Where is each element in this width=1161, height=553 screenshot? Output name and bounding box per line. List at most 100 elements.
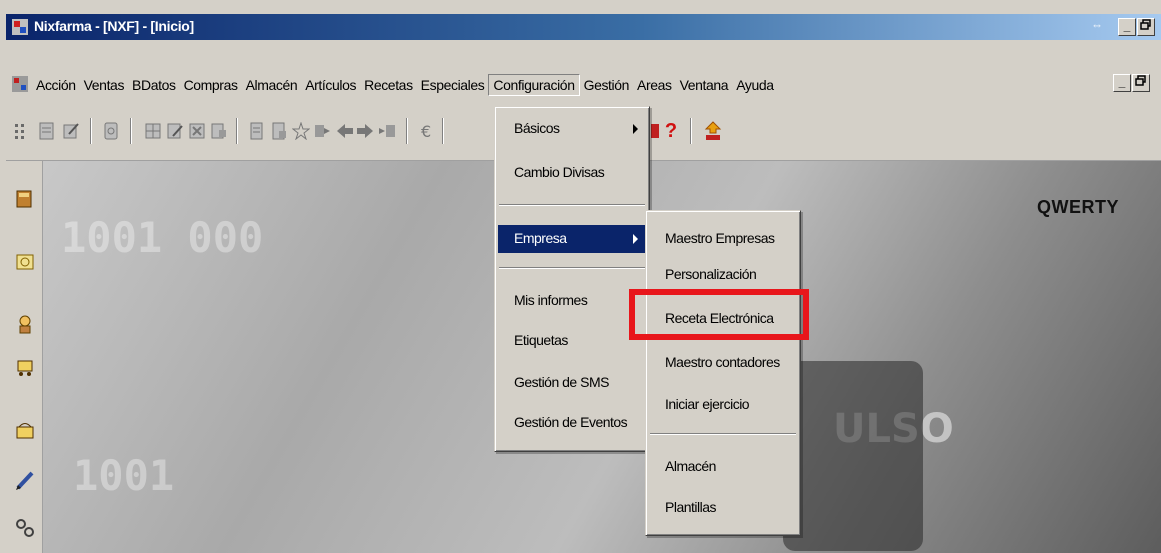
menu-almacen[interactable]: Almacén (242, 74, 302, 96)
menu-item-label: Plantillas (665, 499, 717, 515)
menu-item-mis-informes[interactable]: Mis informes (498, 287, 646, 315)
menu-accion[interactable]: Acción (32, 74, 80, 96)
maximize-button[interactable] (1137, 18, 1155, 36)
title-bar: Nixfarma - [NXF] - [Inicio] ⇔ _ (6, 14, 1161, 40)
cash-register-icon[interactable] (14, 187, 36, 209)
menu-ventas[interactable]: Ventas (80, 74, 128, 96)
export-icon[interactable] (314, 122, 332, 140)
mdi-restore-button[interactable] (1132, 74, 1150, 92)
document-edit-icon[interactable] (270, 122, 288, 140)
menu-item-label: Iniciar ejercicio (665, 396, 750, 412)
menu-ayuda[interactable]: Ayuda (732, 74, 777, 96)
print-list-icon[interactable] (210, 122, 228, 140)
coin-icon[interactable] (14, 251, 36, 273)
shopping-cart-icon[interactable] (14, 355, 36, 377)
disk-icon[interactable] (102, 122, 120, 140)
menu-bdatos[interactable]: BDatos (128, 74, 180, 96)
submenu-arrow-icon (633, 124, 638, 134)
toolbar-separator (690, 118, 692, 144)
left-sidebar (6, 161, 43, 553)
menu-item-maestro-contadores[interactable]: Maestro contadores (649, 349, 797, 377)
background-digits: 1001 (73, 451, 175, 500)
menu-separator (499, 267, 645, 269)
menu-item-gestion-eventos[interactable]: Gestión de Eventos (498, 409, 646, 437)
menu-item-label: Almacén (665, 458, 716, 474)
grid-icon[interactable] (144, 122, 162, 140)
grip-icon (12, 122, 30, 140)
basket-icon[interactable] (14, 419, 36, 441)
watermark-text: QWERTY (1037, 197, 1119, 217)
menu-item-basicos[interactable]: Básicos (498, 115, 646, 143)
arrow-left-icon[interactable] (336, 122, 354, 140)
menu-item-gestion-sms[interactable]: Gestión de SMS (498, 369, 646, 397)
menu-item-etiquetas[interactable]: Etiquetas (498, 327, 646, 355)
menu-gestion[interactable]: Gestión (580, 74, 633, 96)
menu-articulos[interactable]: Artículos (301, 74, 360, 96)
menu-item-label: Gestión de SMS (514, 374, 609, 390)
menu-recetas[interactable]: Recetas (360, 74, 417, 96)
edit-list-icon[interactable] (166, 122, 184, 140)
help-icon[interactable]: ? (662, 120, 680, 142)
menu-configuracion[interactable]: Configuración (488, 74, 580, 96)
document-icon[interactable] (12, 76, 28, 92)
pencil-icon[interactable] (14, 469, 36, 491)
menu-especiales[interactable]: Especiales (417, 74, 489, 96)
restore-arrows-icon[interactable]: ⇔ (1088, 18, 1106, 36)
window-title: Nixfarma - [NXF] - [Inicio] (34, 18, 194, 34)
arrow-right-icon[interactable] (356, 122, 374, 140)
configuracion-menu: Básicos Cambio Divisas Empresa Mis infor… (494, 106, 650, 452)
menu-item-label: Básicos (514, 120, 560, 136)
menu-item-iniciar-ejercicio[interactable]: Iniciar ejercicio (649, 391, 797, 419)
menu-item-label: Maestro contadores (665, 354, 780, 370)
document-stack-icon[interactable] (248, 122, 266, 140)
menu-item-label: Mis informes (514, 292, 588, 308)
delete-list-icon[interactable] (188, 122, 206, 140)
menu-separator (650, 433, 796, 435)
menu-item-label: Maestro Empresas (665, 230, 775, 246)
app-window: Nixfarma - [NXF] - [Inicio] ⇔ _ Acción V… (0, 0, 1161, 553)
svg-text:€: € (421, 122, 431, 140)
menu-separator (499, 204, 645, 206)
annotation-highlight-box (629, 289, 809, 340)
menu-compras[interactable]: Compras (180, 74, 242, 96)
import-icon[interactable] (378, 122, 396, 140)
submenu-arrow-icon (633, 234, 638, 244)
euro-icon[interactable]: € (418, 122, 436, 140)
menu-areas[interactable]: Areas (633, 74, 676, 96)
edit-icon[interactable] (62, 122, 80, 140)
star-icon[interactable] (292, 122, 310, 140)
menu-item-personalizacion[interactable]: Personalización (649, 261, 797, 289)
app-icon (12, 19, 28, 35)
menu-item-cambio-divisas[interactable]: Cambio Divisas (498, 159, 646, 187)
menu-item-label: Etiquetas (514, 332, 568, 348)
menu-items: Acción Ventas BDatos Compras Almacén Art… (32, 70, 778, 100)
customer-icon[interactable] (14, 313, 36, 335)
network-icon[interactable] (14, 517, 36, 539)
mdi-buttons: _ (1113, 74, 1159, 96)
toolbar-separator (236, 118, 238, 144)
restore-icon (1135, 75, 1146, 86)
menu-item-empresa[interactable]: Empresa (498, 225, 646, 253)
toolbar-separator (90, 118, 92, 144)
menu-item-label: Gestión de Eventos (514, 414, 628, 430)
maximize-icon (1140, 19, 1151, 30)
empresa-submenu: Maestro Empresas Personalización Receta … (645, 210, 801, 536)
menu-item-plantillas[interactable]: Plantillas (649, 494, 797, 522)
background-digits: 1001 000 (61, 213, 264, 262)
menu-item-almacen[interactable]: Almacén (649, 453, 797, 481)
menu-item-label: Personalización (665, 266, 757, 282)
menu-ventana[interactable]: Ventana (676, 74, 733, 96)
form-icon[interactable] (38, 122, 56, 140)
toolbar-separator (442, 118, 444, 144)
mdi-minimize-button[interactable]: _ (1113, 74, 1131, 92)
menu-bar: Acción Ventas BDatos Compras Almacén Art… (6, 70, 1161, 100)
menu-item-maestro-empresas[interactable]: Maestro Empresas (649, 225, 797, 253)
toolbar-separator (130, 118, 132, 144)
menu-item-label: Empresa (514, 230, 567, 246)
title-gap (6, 40, 1161, 70)
minimize-button[interactable]: _ (1118, 18, 1136, 36)
toolbar-separator (406, 118, 408, 144)
menu-item-label: Cambio Divisas (514, 164, 605, 180)
background-shape (783, 361, 923, 551)
upload-icon[interactable] (704, 121, 722, 140)
